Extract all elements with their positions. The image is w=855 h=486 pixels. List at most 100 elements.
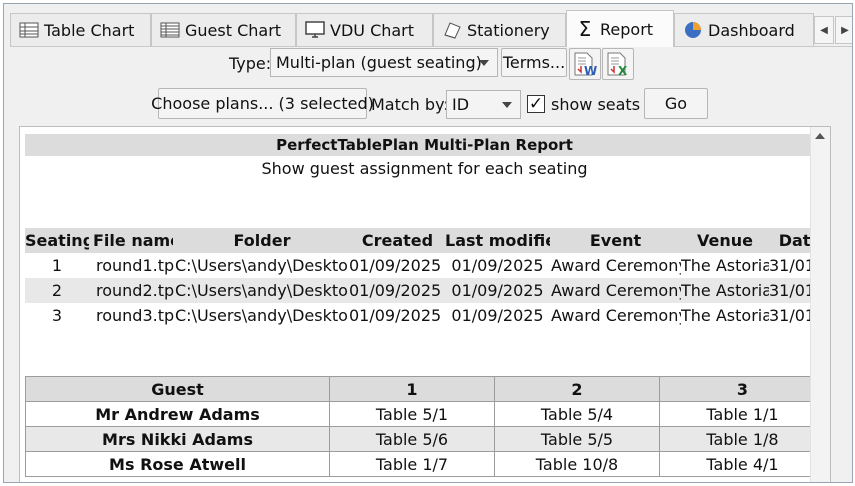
tab-label: Dashboard bbox=[708, 20, 795, 40]
tab-stationery[interactable]: Stationery bbox=[433, 13, 566, 46]
table-row: Ms Rose Atwell Table 1/7 Table 10/8 Tabl… bbox=[25, 451, 826, 477]
scroll-up-icon[interactable] bbox=[815, 133, 825, 139]
tab-label: VDU Chart bbox=[330, 20, 415, 40]
created-cell: 01/09/2025 bbox=[349, 306, 442, 325]
created-cell: 01/09/2025 bbox=[349, 256, 442, 275]
seat-cell: Table 5/6 bbox=[329, 426, 495, 452]
chevron-left-icon: ◀ bbox=[820, 24, 828, 36]
report-type-select[interactable]: Multi-plan (guest seating) bbox=[270, 48, 498, 77]
chevron-right-icon: ▶ bbox=[841, 24, 849, 36]
type-label: Type: bbox=[229, 54, 272, 73]
table-row: Mr Andrew Adams Table 5/1 Table 5/4 Tabl… bbox=[25, 401, 826, 427]
column-header: Last modified bbox=[445, 231, 550, 250]
go-button-label: Go bbox=[664, 94, 688, 113]
report-subtitle: Show guest assignment for each seating bbox=[261, 159, 588, 178]
guest-seating-table: Guest 1 2 3 Mr Andrew Adams Table 5/1 Ta… bbox=[25, 376, 826, 477]
seat-cell: Table 5/5 bbox=[494, 426, 660, 452]
tab-guest-chart[interactable]: Guest Chart bbox=[151, 13, 296, 46]
report-type-value: Multi-plan (guest seating) bbox=[276, 53, 482, 72]
column-header: Folder bbox=[233, 231, 291, 250]
venue-cell: The Astoria bbox=[681, 281, 769, 300]
event-cell: Award Ceremony bbox=[551, 256, 681, 275]
svg-text:X: X bbox=[618, 64, 628, 77]
folder-cell: C:\Users\andy\Desktop bbox=[175, 281, 349, 300]
column-header: Event bbox=[589, 231, 642, 250]
tab-scroll-right-button[interactable]: ▶ bbox=[835, 16, 852, 44]
show-seats-checkbox[interactable]: ✓ bbox=[527, 95, 545, 113]
guest-chart-icon bbox=[160, 22, 180, 38]
venue-cell: The Astoria bbox=[681, 256, 769, 275]
checkmark-icon: ✓ bbox=[528, 94, 544, 114]
modified-cell: 01/09/2025 bbox=[451, 256, 544, 275]
tab-vdu-chart[interactable]: VDU Chart bbox=[296, 13, 433, 46]
event-cell: Award Ceremony bbox=[551, 281, 681, 300]
export-word-button[interactable]: W bbox=[569, 48, 601, 80]
event-cell: Award Ceremony bbox=[551, 306, 681, 325]
terms-button-label: Terms... bbox=[502, 53, 566, 72]
report-view[interactable]: PerfectTablePlan Multi-Plan Report Show … bbox=[19, 126, 831, 482]
seating-cell: 3 bbox=[51, 306, 63, 325]
seat-cell: Table 1/1 bbox=[659, 401, 826, 427]
stationery-icon bbox=[444, 22, 461, 39]
terms-button[interactable]: Terms... bbox=[501, 48, 567, 77]
tab-report[interactable]: Σ Report bbox=[566, 10, 674, 47]
tab-label: Stationery bbox=[467, 20, 550, 40]
tab-scroll-left-button[interactable]: ◀ bbox=[814, 16, 834, 44]
tab-dashboard[interactable]: Dashboard bbox=[674, 13, 814, 46]
report-title: PerfectTablePlan Multi-Plan Report bbox=[25, 134, 824, 156]
monitor-icon bbox=[305, 21, 325, 38]
seat-cell: Table 1/7 bbox=[329, 451, 495, 477]
column-header: Venue bbox=[697, 231, 753, 250]
export-excel-icon: X bbox=[607, 52, 628, 77]
match-by-label: Match by: bbox=[371, 95, 449, 114]
table-row: 3 round3.tp C:\Users\andy\Desktop 01/09/… bbox=[25, 303, 830, 328]
folder-cell: C:\Users\andy\Desktop bbox=[175, 256, 349, 275]
guest-name-cell: Ms Rose Atwell bbox=[25, 451, 330, 477]
seat-cell: Table 5/4 bbox=[494, 401, 660, 427]
column-header: 1 bbox=[329, 376, 495, 402]
choose-plans-button[interactable]: Choose plans... (3 selected) bbox=[151, 88, 374, 119]
file-name-cell: round2.tp bbox=[96, 281, 174, 300]
tab-table-chart[interactable]: Table Chart bbox=[10, 13, 151, 46]
seat-cell: Table 10/8 bbox=[494, 451, 660, 477]
chevron-down-icon bbox=[502, 101, 512, 108]
column-header: File name bbox=[93, 231, 173, 250]
column-header: Guest bbox=[25, 376, 330, 402]
file-name-cell: round1.tp bbox=[96, 256, 174, 275]
seating-cell: 1 bbox=[51, 256, 63, 275]
sigma-icon: Σ bbox=[578, 17, 592, 41]
svg-text:W: W bbox=[584, 64, 597, 77]
tab-label: Table Chart bbox=[44, 20, 135, 40]
tab-label: Report bbox=[600, 19, 654, 39]
match-by-value: ID bbox=[452, 95, 470, 114]
column-header: 2 bbox=[494, 376, 660, 402]
tab-bar: Table Chart Guest Chart VDU Chart Statio… bbox=[10, 10, 852, 47]
pie-chart-icon bbox=[685, 22, 701, 38]
folder-cell: C:\Users\andy\Desktop bbox=[175, 306, 349, 325]
table-row: Mrs Nikki Adams Table 5/6 Table 5/5 Tabl… bbox=[25, 426, 826, 452]
guest-table-header: Guest 1 2 3 bbox=[25, 376, 826, 402]
modified-cell: 01/09/2025 bbox=[451, 281, 544, 300]
tab-label: Guest Chart bbox=[185, 20, 282, 40]
created-cell: 01/09/2025 bbox=[349, 281, 442, 300]
column-header: Created bbox=[361, 231, 434, 250]
guest-name-cell: Mrs Nikki Adams bbox=[25, 426, 330, 452]
column-header: 3 bbox=[659, 376, 826, 402]
guest-name-cell: Mr Andrew Adams bbox=[25, 401, 330, 427]
choose-plans-label: Choose plans... (3 selected) bbox=[151, 94, 374, 113]
table-chart-icon bbox=[19, 22, 39, 38]
export-excel-button[interactable]: X bbox=[602, 48, 634, 80]
app-window: Table Chart Guest Chart VDU Chart Statio… bbox=[3, 3, 853, 483]
table-row: 1 round1.tp C:\Users\andy\Desktop 01/09/… bbox=[25, 253, 830, 278]
seat-cell: Table 4/1 bbox=[659, 451, 826, 477]
match-by-select[interactable]: ID bbox=[446, 90, 521, 119]
table-row: 2 round2.tp C:\Users\andy\Desktop 01/09/… bbox=[25, 278, 830, 303]
file-name-cell: round3.tp bbox=[96, 306, 174, 325]
seat-cell: Table 5/1 bbox=[329, 401, 495, 427]
chevron-down-icon bbox=[479, 59, 489, 66]
show-seats-label: show seats bbox=[551, 95, 641, 114]
plans-table-header: Seating File name Folder Created Last mo… bbox=[25, 228, 830, 253]
go-button[interactable]: Go bbox=[644, 88, 708, 119]
export-word-icon: W bbox=[574, 52, 597, 77]
vertical-scrollbar[interactable] bbox=[810, 127, 830, 482]
